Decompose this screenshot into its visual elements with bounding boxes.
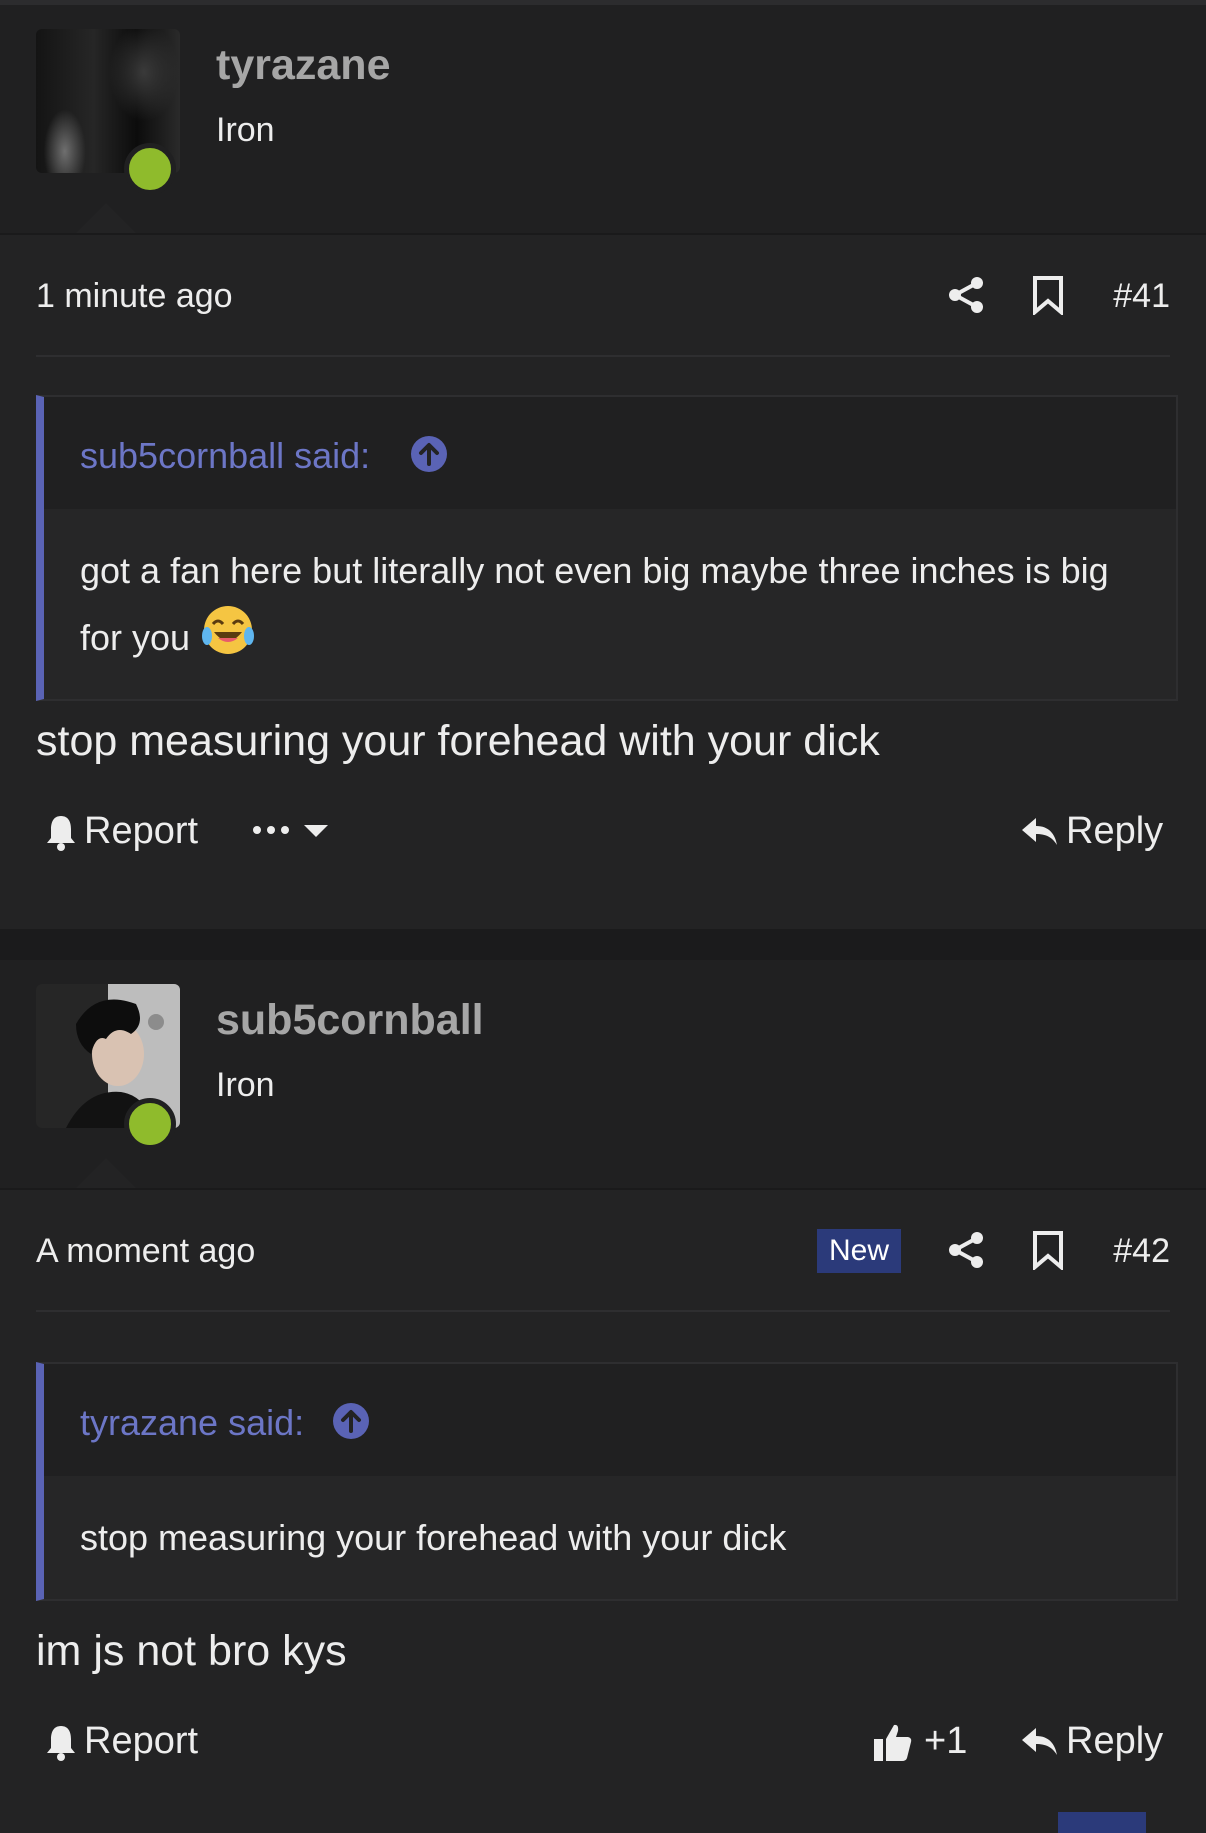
post-number[interactable]: #41: [1113, 277, 1170, 316]
more-options-icon: [253, 825, 328, 837]
report-button[interactable]: Report: [44, 810, 198, 853]
jump-to-quote-icon[interactable]: [332, 1402, 370, 1440]
reaction-count: +1: [924, 1720, 968, 1762]
quote-author[interactable]: tyrazane said:: [80, 1402, 304, 1444]
avatar[interactable]: [36, 984, 180, 1150]
bell-icon: [47, 815, 75, 851]
reply-arrow-icon: [1022, 817, 1057, 845]
quote-text: stop measuring your forehead with your d…: [80, 1517, 787, 1558]
post-meta-row: 1 minute ago #41: [36, 237, 1170, 357]
post-42: sub5cornball Iron A moment ago New #42 t…: [0, 960, 1206, 1833]
quote-header: sub5cornball said:: [44, 397, 1176, 509]
post-message: im js not bro kys: [36, 1627, 347, 1675]
more-options-button[interactable]: [252, 815, 338, 845]
username[interactable]: sub5cornball: [216, 996, 484, 1045]
laughing-crying-emoji-icon: [202, 606, 255, 654]
online-status-icon: [124, 1098, 176, 1150]
header-pointer: [76, 1158, 136, 1188]
quote-body: stop measuring your forehead with your d…: [44, 1476, 1176, 1599]
bookmark-icon[interactable]: [1030, 1230, 1066, 1270]
quote-header: tyrazane said:: [44, 1364, 1176, 1476]
reply-button[interactable]: Reply: [1020, 810, 1163, 853]
post-user-header: sub5cornball Iron: [0, 960, 1206, 1190]
post-timestamp[interactable]: 1 minute ago: [36, 277, 233, 316]
reply-label: Reply: [1066, 810, 1164, 852]
user-rank: Iron: [216, 111, 275, 149]
reply-button[interactable]: Reply: [1020, 1720, 1163, 1763]
new-badge: New: [817, 1229, 902, 1273]
thumbs-up-icon: [874, 1724, 912, 1761]
bell-icon: [47, 1725, 75, 1761]
reply-arrow-icon: [1022, 1727, 1057, 1755]
report-button[interactable]: Report: [44, 1720, 198, 1763]
quote-author[interactable]: sub5cornball said:: [80, 435, 370, 477]
online-status-icon: [124, 143, 176, 195]
post-message: stop measuring your forehead with your d…: [36, 717, 880, 765]
jump-to-quote-icon[interactable]: [410, 435, 448, 473]
reply-label: Reply: [1066, 1720, 1164, 1762]
header-pointer: [76, 203, 136, 233]
post-meta-row: A moment ago New #42: [36, 1192, 1170, 1312]
post-41: tyrazane Iron 1 minute ago #41 sub5cornb…: [0, 5, 1206, 929]
quote-block: sub5cornball said: got a fan here but li…: [36, 395, 1178, 701]
report-label: Report: [84, 810, 199, 852]
post-timestamp[interactable]: A moment ago: [36, 1232, 255, 1271]
scroll-to-top-button[interactable]: [1058, 1812, 1146, 1833]
username[interactable]: tyrazane: [216, 41, 390, 90]
quote-body: got a fan here but literally not even bi…: [44, 509, 1176, 699]
share-icon[interactable]: [946, 1230, 986, 1270]
avatar[interactable]: [36, 29, 180, 195]
post-number[interactable]: #42: [1113, 1232, 1170, 1271]
user-rank: Iron: [216, 1066, 275, 1104]
share-icon[interactable]: [946, 275, 986, 315]
like-button[interactable]: +1: [872, 1720, 967, 1763]
post-user-header: tyrazane Iron: [0, 5, 1206, 235]
bookmark-icon[interactable]: [1030, 275, 1066, 315]
report-label: Report: [84, 1720, 199, 1762]
quote-block: tyrazane said: stop measuring your foreh…: [36, 1362, 1178, 1601]
